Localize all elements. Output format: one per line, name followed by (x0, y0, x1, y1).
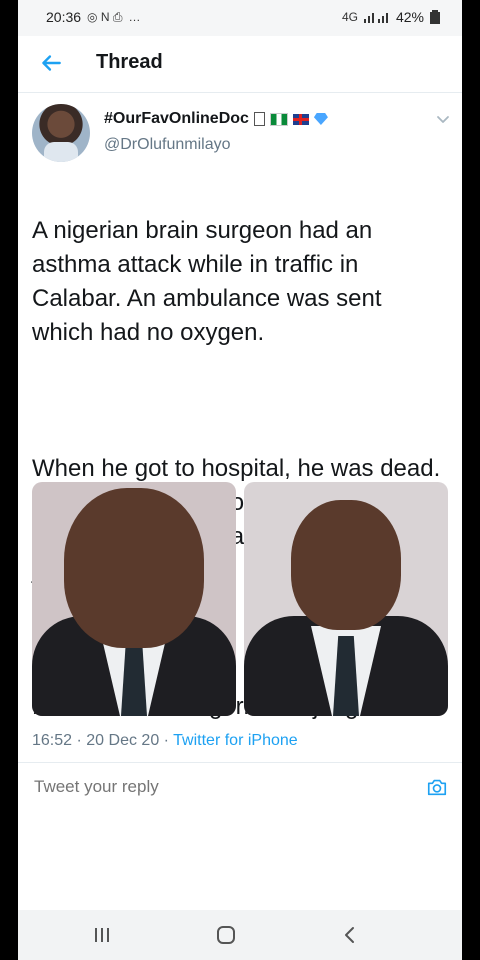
photo-head (291, 500, 401, 630)
chevron-down-icon[interactable] (434, 110, 452, 128)
reply-input[interactable] (32, 776, 336, 798)
system-nav-bar (18, 910, 462, 960)
camera-icon[interactable] (426, 776, 448, 798)
phone-frame-right (462, 0, 480, 960)
author-handle[interactable]: @DrOlufunmilayo (104, 136, 231, 154)
home-icon[interactable] (214, 924, 238, 946)
status-bar: 20:36 ◎ N ⎙ … 4G 42% (18, 0, 462, 36)
reply-bar (18, 764, 462, 810)
status-right: 4G 42% (342, 9, 440, 25)
back-icon[interactable] (338, 924, 362, 946)
notification-icons: ◎ N ⎙ (87, 9, 123, 24)
tweet-photo-1[interactable] (32, 482, 236, 716)
photo-head (64, 488, 204, 648)
recent-apps-icon[interactable] (90, 924, 114, 946)
screen: 20:36 ◎ N ⎙ … 4G 42% Thread #OurFavOnlin… (18, 0, 462, 960)
author-name-row[interactable]: #OurFavOnlineDoc (104, 110, 328, 128)
meta-separator: · (76, 732, 87, 749)
author-name[interactable]: #OurFavOnlineDoc (104, 110, 249, 128)
app-header: Thread (18, 36, 462, 93)
phone-frame-left (0, 0, 18, 960)
emoji-placeholder-icon (253, 112, 265, 126)
tweet-photo-2[interactable] (244, 482, 448, 716)
tweet-date: 20 Dec 20 (86, 732, 160, 749)
gem-icon (313, 113, 328, 125)
status-left: 20:36 ◎ N ⎙ … (46, 9, 140, 25)
tweet-paragraph: A nigerian brain surgeon had an asthma a… (32, 217, 382, 346)
uk-flag-icon (292, 113, 309, 125)
avatar[interactable] (32, 104, 90, 162)
tweet-meta: 16:52 · 20 Dec 20 · Twitter for iPhone (32, 732, 298, 750)
status-time: 20:36 (46, 9, 82, 25)
page-title: Thread (96, 51, 163, 73)
back-arrow-icon[interactable] (38, 50, 64, 76)
divider (18, 762, 462, 763)
nigeria-flag-icon (269, 112, 288, 126)
battery-level: 42% (395, 9, 424, 25)
signal-icon (363, 13, 388, 23)
more-notifications-icon: … (128, 10, 141, 24)
meta-separator: · (163, 732, 174, 749)
network-type: 4G (341, 10, 358, 24)
battery-icon (430, 10, 440, 24)
tweet-source-link[interactable]: Twitter for iPhone (173, 732, 298, 749)
tweet-time: 16:52 (32, 732, 73, 749)
